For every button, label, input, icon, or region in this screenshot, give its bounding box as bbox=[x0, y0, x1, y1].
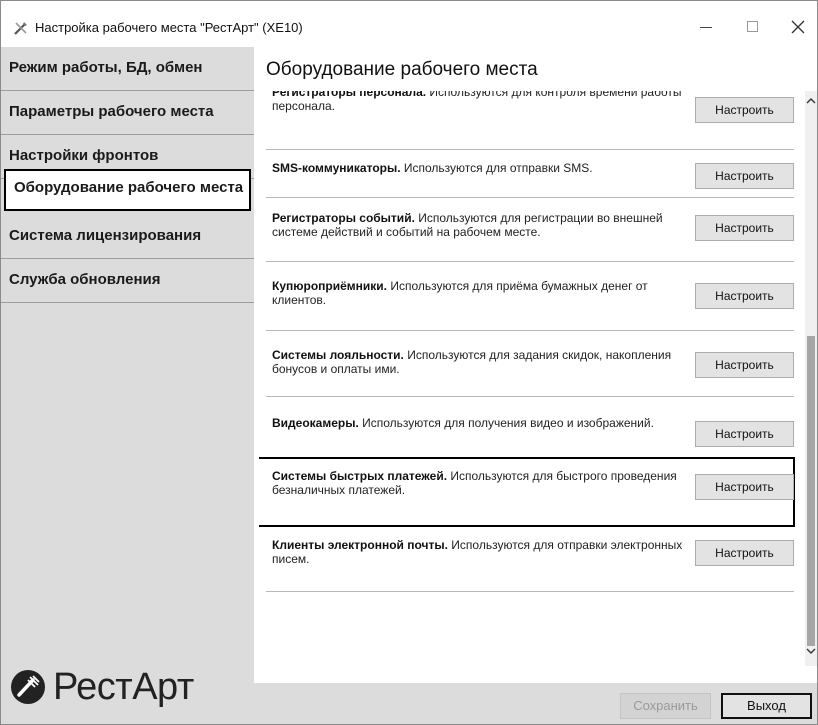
item-description: SMS-коммуникаторы. Используются для отпр… bbox=[272, 161, 692, 175]
exit-button[interactable]: Выход bbox=[721, 693, 812, 719]
divider bbox=[266, 197, 794, 198]
configure-button[interactable]: Настроить bbox=[695, 474, 794, 500]
sidebar-item-label: Оборудование рабочего места bbox=[14, 179, 244, 196]
item-name: Системы быстрых платежей. bbox=[272, 469, 448, 483]
list-item-highlighted: Системы быстрых платежей. Используются д… bbox=[259, 457, 795, 527]
sidebar-item-label: Настройки фронтов bbox=[9, 147, 159, 164]
close-button[interactable] bbox=[776, 15, 817, 39]
sidebar-item-equipment[interactable]: Оборудование рабочего места bbox=[4, 169, 251, 211]
configure-button[interactable]: Настроить bbox=[695, 421, 794, 447]
sidebar-item-mode-db[interactable]: Режим работы, БД, обмен bbox=[1, 47, 254, 91]
sidebar-item-label: Параметры рабочего места bbox=[9, 103, 214, 120]
list-item: Видеокамеры. Используются для получения … bbox=[266, 416, 796, 462]
item-name: Клиенты электронной почты. bbox=[272, 538, 448, 552]
sidebar-item-label: Служба обновления bbox=[9, 271, 161, 288]
list-item: Клиенты электронной почты. Используются … bbox=[266, 538, 796, 584]
item-text: Используются для получения видео и изобр… bbox=[358, 416, 654, 430]
list-item: Системы лояльности. Используются для зад… bbox=[266, 348, 796, 394]
item-description: Купюроприёмники. Используются для приёма… bbox=[272, 279, 692, 307]
item-description: Системы лояльности. Используются для зад… bbox=[272, 348, 692, 376]
item-name: SMS-коммуникаторы. bbox=[272, 161, 401, 175]
configure-button[interactable]: Настроить bbox=[695, 163, 794, 189]
close-icon bbox=[791, 20, 805, 34]
equipment-list: Регистраторы персонала. Используются для… bbox=[259, 91, 805, 666]
window-title: Настройка рабочего места "РестАрт" (XE10… bbox=[35, 20, 303, 35]
divider bbox=[266, 330, 794, 331]
divider bbox=[266, 149, 794, 150]
sidebar-item-label: Режим работы, БД, обмен bbox=[9, 59, 203, 76]
logo-text: РестАрт bbox=[53, 665, 194, 708]
item-name: Системы лояльности. bbox=[272, 348, 404, 362]
divider bbox=[266, 591, 794, 592]
configure-button[interactable]: Настроить bbox=[695, 540, 794, 566]
list-item: Регистраторы персонала. Используются для… bbox=[266, 91, 796, 131]
item-text: Используются для отправки SMS. bbox=[400, 161, 593, 175]
item-description: Клиенты электронной почты. Используются … bbox=[272, 538, 692, 566]
configure-button[interactable]: Настроить bbox=[695, 215, 794, 241]
vertical-scrollbar[interactable] bbox=[805, 91, 817, 666]
item-name: Видеокамеры. bbox=[272, 416, 359, 430]
save-button[interactable]: Сохранить bbox=[620, 693, 711, 719]
fork-knife-logo-icon bbox=[11, 670, 45, 704]
configure-button[interactable]: Настроить bbox=[695, 283, 794, 309]
divider bbox=[266, 396, 794, 397]
sidebar-item-update-service[interactable]: Служба обновления bbox=[1, 259, 254, 303]
item-name: Регистраторы персонала. bbox=[272, 91, 427, 99]
sidebar-item-workplace-params[interactable]: Параметры рабочего места bbox=[1, 91, 254, 135]
divider bbox=[266, 261, 794, 262]
list-item: Регистраторы событий. Используются для р… bbox=[266, 211, 796, 257]
sidebar-item-licensing[interactable]: Система лицензирования bbox=[1, 215, 254, 259]
minimize-button[interactable] bbox=[684, 15, 728, 39]
item-description: Регистраторы персонала. Используются для… bbox=[272, 91, 692, 113]
maximize-button[interactable] bbox=[730, 15, 774, 39]
item-name: Купюроприёмники. bbox=[272, 279, 388, 293]
settings-window: Настройка рабочего места "РестАрт" (XE10… bbox=[0, 0, 818, 725]
scroll-thumb[interactable] bbox=[807, 336, 815, 646]
list-item: Купюроприёмники. Используются для приёма… bbox=[266, 279, 796, 325]
item-description: Системы быстрых платежей. Используются д… bbox=[272, 469, 692, 497]
title-bar: Настройка рабочего места "РестАрт" (XE10… bbox=[1, 1, 817, 47]
sidebar: Режим работы, БД, обмен Параметры рабоче… bbox=[1, 47, 254, 724]
sidebar-item-label: Система лицензирования bbox=[9, 227, 202, 244]
item-description: Видеокамеры. Используются для получения … bbox=[272, 416, 692, 430]
configure-button[interactable]: Настроить bbox=[695, 352, 794, 378]
item-name: Регистраторы событий. bbox=[272, 211, 415, 225]
page-title: Оборудование рабочего места bbox=[266, 59, 538, 80]
brand-logo: РестАрт bbox=[9, 665, 194, 709]
tools-icon bbox=[14, 22, 27, 35]
footer-bar: Сохранить Выход bbox=[254, 683, 817, 724]
configure-button[interactable]: Настроить bbox=[695, 97, 794, 123]
list-item: SMS-коммуникаторы. Используются для отпр… bbox=[266, 161, 796, 207]
scroll-down-icon[interactable] bbox=[805, 647, 817, 659]
item-description: Регистраторы событий. Используются для р… bbox=[272, 211, 692, 239]
scroll-up-icon[interactable] bbox=[805, 97, 817, 109]
